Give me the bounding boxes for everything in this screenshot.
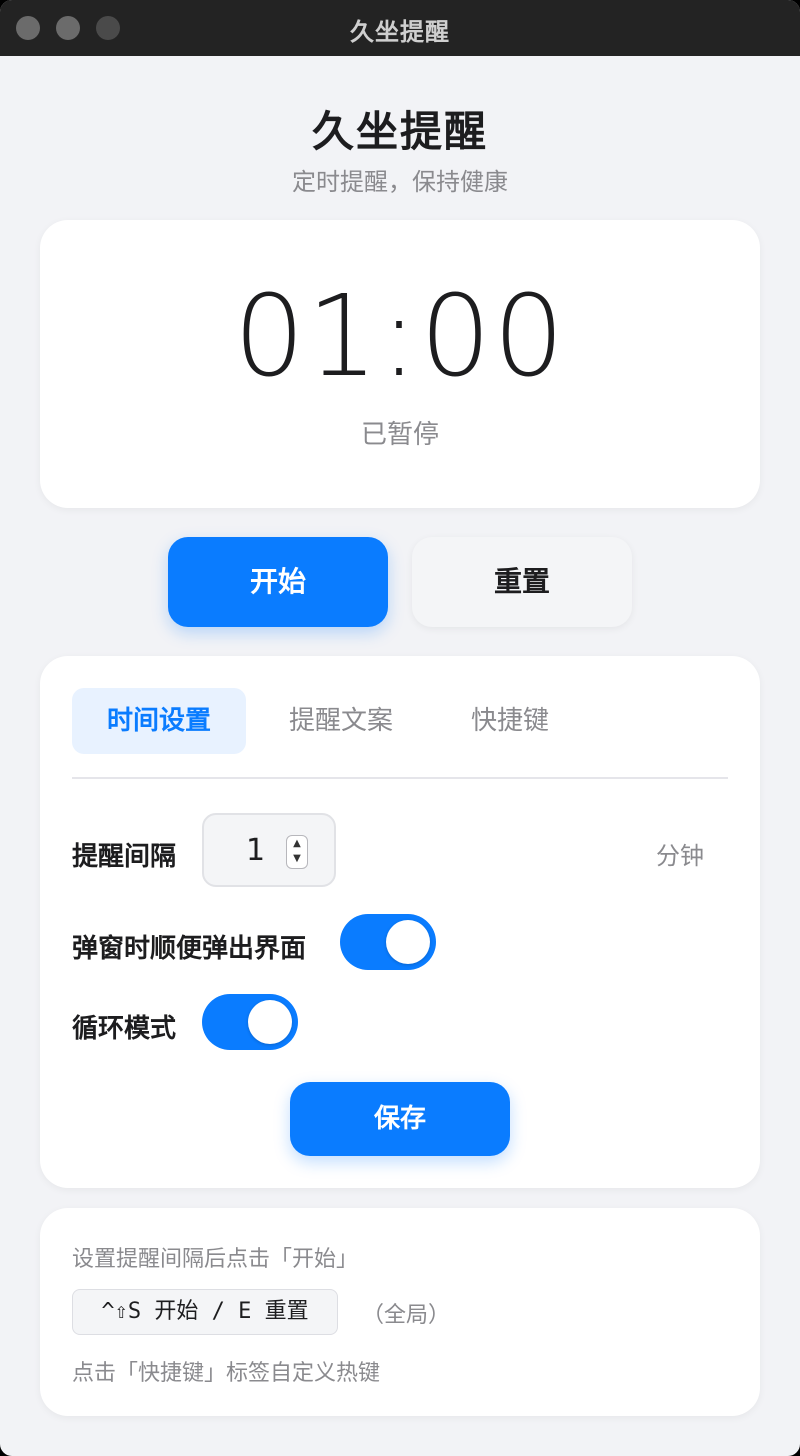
toggle-knob	[248, 1000, 292, 1044]
tab-divider	[72, 777, 728, 779]
tab-shortcuts[interactable]: 快捷键	[450, 688, 570, 754]
page-subtitle: 定时提醒，保持健康	[292, 168, 508, 196]
tab-reminder-text[interactable]: 提醒文案	[272, 688, 410, 754]
interval-stepper[interactable]: 1 ▲ ▼	[202, 813, 336, 887]
start-button[interactable]: 开始	[168, 537, 388, 627]
title-bar: 久坐提醒	[0, 0, 800, 56]
reset-button[interactable]: 重置	[412, 537, 632, 627]
tab-time-settings[interactable]: 时间设置	[72, 688, 246, 754]
interval-value[interactable]: 1	[246, 833, 265, 868]
stepper-arrows[interactable]: ▲ ▼	[286, 835, 308, 869]
shortcut-hint: ^⇧S 开始 / E 重置	[72, 1289, 338, 1335]
window-title: 久坐提醒	[350, 18, 450, 46]
interval-label: 提醒间隔	[72, 842, 177, 872]
save-button[interactable]: 保存	[290, 1082, 510, 1156]
chevron-down-icon[interactable]: ▼	[291, 853, 303, 865]
app-window: 久坐提醒 久坐提醒 定时提醒，保持健康 01:00 已暂停 开始 重置 时间设置…	[0, 0, 800, 1456]
loop-mode-label: 循环模式	[72, 1014, 177, 1044]
chevron-up-icon[interactable]: ▲	[291, 838, 303, 850]
help-line-1: 设置提醒间隔后点击「开始」	[72, 1247, 359, 1272]
timer-status: 已暂停	[360, 420, 439, 450]
help-line-3: 点击「快捷键」标签自定义热键	[72, 1361, 381, 1386]
page-title: 久坐提醒	[311, 107, 488, 156]
toggle-knob	[386, 920, 430, 964]
shortcut-scope: （全局）	[362, 1303, 451, 1328]
timer-display: 01:00	[233, 272, 567, 402]
interval-unit: 分钟	[656, 842, 704, 870]
loop-mode-toggle[interactable]	[202, 994, 298, 1050]
popup-label: 弹窗时顺便弹出界面	[72, 934, 307, 964]
popup-toggle[interactable]	[340, 914, 436, 970]
